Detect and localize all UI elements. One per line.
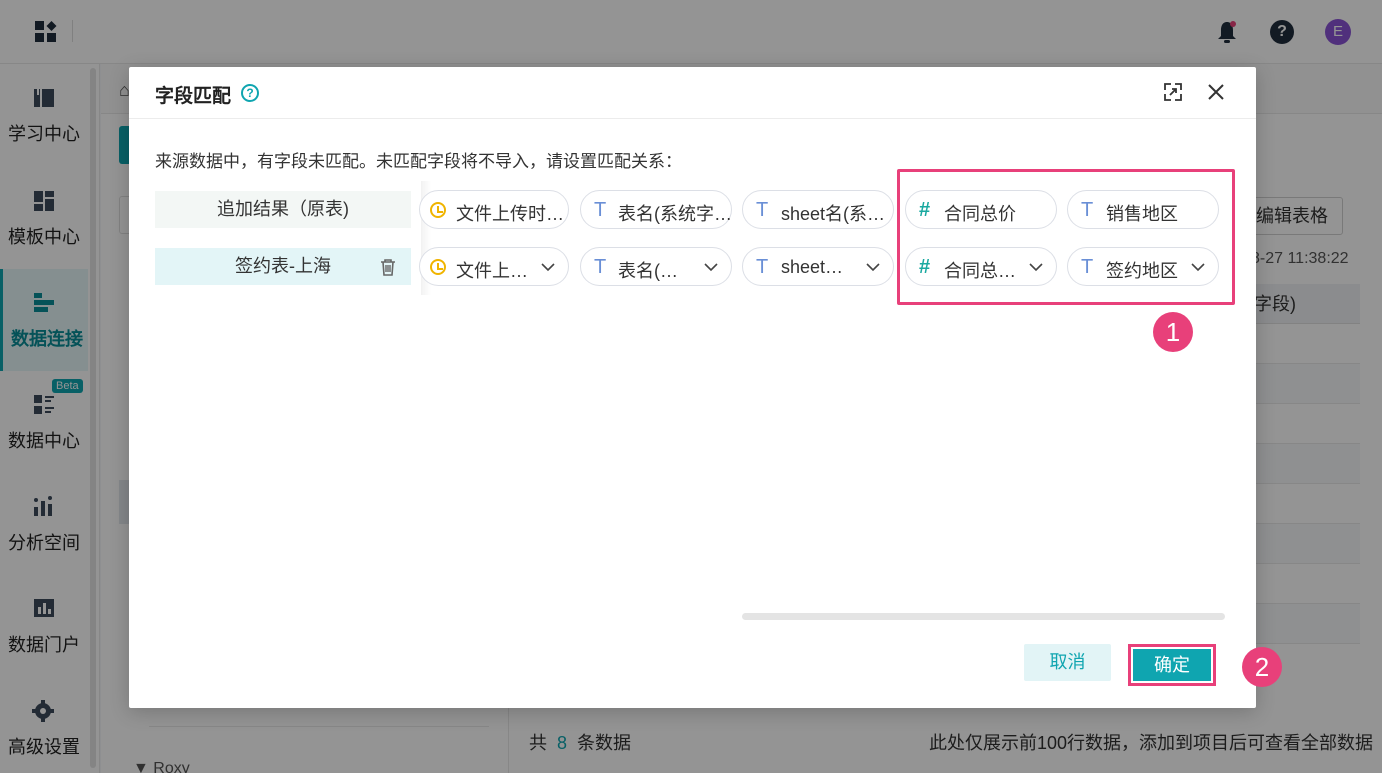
- dialog-header: 字段匹配 ?: [129, 67, 1256, 119]
- field-match-dialog: 字段匹配 ? 来源数据中，有字段未匹配。未匹配字段将不导入，请设置匹配关系： 追…: [129, 67, 1282, 708]
- target-table-label: 追加结果（原表): [155, 191, 411, 228]
- highlight-box: [897, 169, 1235, 305]
- dialog-title: 字段匹配: [155, 86, 232, 107]
- date-icon: [430, 259, 446, 275]
- step-badge: 1: [1153, 312, 1193, 352]
- confirm-button-highlight: 确定: [1128, 644, 1216, 686]
- field-label: sheet名(系…: [781, 204, 886, 224]
- field-label: 文件上…: [456, 261, 528, 281]
- field-label: 表名(…: [618, 261, 678, 281]
- source-field-select[interactable]: T sheet…: [742, 247, 894, 286]
- expand-icon[interactable]: [1163, 82, 1183, 102]
- confirm-button[interactable]: 确定: [1133, 649, 1211, 681]
- target-field-chip: T 表名(系统字…: [580, 190, 732, 229]
- dialog-description: 来源数据中，有字段未匹配。未匹配字段将不导入，请设置匹配关系：: [155, 152, 682, 171]
- field-label: 文件上传时…: [456, 204, 564, 224]
- horizontal-scrollbar[interactable]: [742, 613, 1225, 620]
- cancel-button[interactable]: 取消: [1024, 644, 1111, 681]
- target-field-chip: 文件上传时…: [419, 190, 569, 229]
- step-badge: 2: [1242, 647, 1282, 687]
- close-icon[interactable]: [1205, 81, 1227, 103]
- date-icon: [430, 202, 446, 218]
- text-type-icon: T: [594, 199, 607, 221]
- chevron-down-icon: [704, 263, 718, 272]
- source-table-label: 签约表-上海: [155, 248, 411, 285]
- text-type-icon: T: [756, 199, 769, 221]
- text-type-icon: T: [594, 256, 607, 278]
- field-label: sheet…: [781, 257, 844, 277]
- chevron-down-icon: [866, 263, 880, 272]
- trash-icon[interactable]: [379, 258, 397, 276]
- source-field-select[interactable]: T 表名(…: [580, 247, 732, 286]
- text-type-icon: T: [756, 256, 769, 278]
- source-field-select[interactable]: 文件上…: [419, 247, 569, 286]
- help-icon[interactable]: ?: [241, 84, 259, 102]
- field-label: 表名(系统字…: [618, 204, 732, 224]
- chevron-down-icon: [541, 263, 555, 272]
- target-field-chip: T sheet名(系…: [742, 190, 894, 229]
